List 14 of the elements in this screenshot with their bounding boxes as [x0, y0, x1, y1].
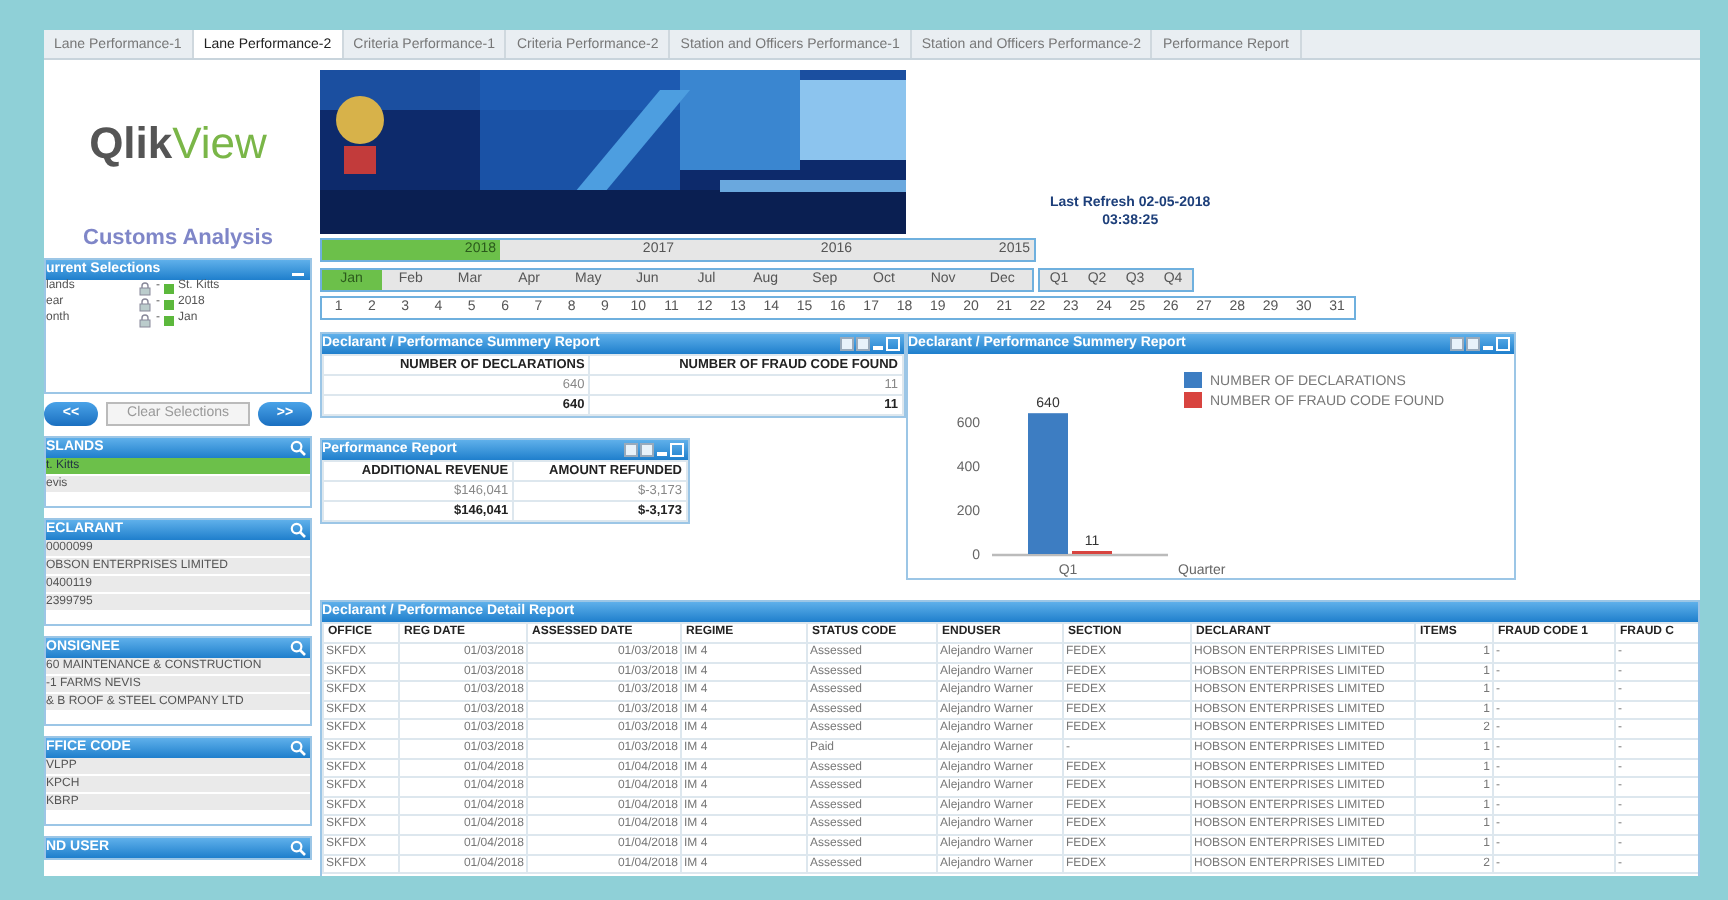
chart-bar	[1028, 413, 1068, 554]
search-icon	[290, 740, 306, 756]
search-icon	[290, 440, 306, 456]
selected-square-icon	[164, 299, 174, 309]
search-icon	[290, 522, 306, 538]
logo: QlikView	[87, 120, 269, 168]
panel-tools-icon	[1450, 336, 1510, 352]
panel-tools-icon	[624, 442, 684, 458]
panel-tools-icon	[840, 336, 900, 352]
search-icon	[290, 840, 306, 856]
selected-square-icon	[164, 315, 174, 325]
search-icon	[290, 640, 306, 656]
selected-square-icon	[164, 283, 174, 293]
app-title: Customs Analysis	[81, 224, 275, 252]
